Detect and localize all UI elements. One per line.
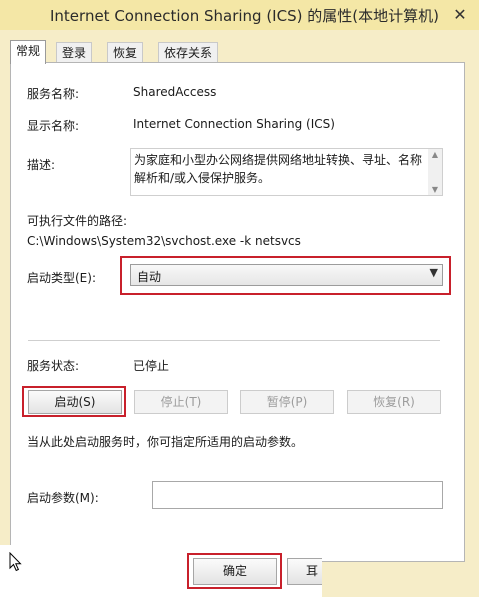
service-status-value: 已停止 [133, 359, 170, 373]
exe-path-label: 可执行文件的路径: [27, 214, 128, 228]
pause-button[interactable]: 暂停(P) [240, 390, 334, 414]
display-name-value: Internet Connection Sharing (ICS) [133, 117, 335, 131]
service-name-value: SharedAccess [133, 85, 217, 99]
startup-type-label: 启动类型(E): [27, 271, 96, 285]
service-status-label: 服务状态: [27, 359, 80, 373]
cancel-button[interactable]: 耳 [287, 558, 322, 585]
stop-button[interactable]: 停止(T) [134, 390, 228, 414]
description-text: 为家庭和小型办公网络提供网络地址转换、寻址、名称解析和/或入侵保护服务。 [134, 153, 423, 185]
close-icon: ✕ [453, 5, 467, 24]
tab-dependencies[interactable]: 依存关系 [158, 42, 219, 62]
title-bar: Internet Connection Sharing (ICS) 的属性(本地… [0, 0, 479, 30]
description-scrollbar[interactable]: ▲ ▼ [428, 149, 442, 195]
tab-general[interactable]: 常规 [10, 40, 47, 64]
display-name-label: 显示名称: [27, 119, 80, 133]
highlight-ok-button [187, 553, 282, 589]
service-name-label: 服务名称: [27, 87, 80, 101]
resume-button[interactable]: 恢复(R) [347, 390, 441, 414]
highlight-start-button [22, 386, 126, 417]
start-params-input[interactable] [152, 481, 443, 509]
mouse-cursor-icon [9, 552, 22, 572]
window-title: Internet Connection Sharing (ICS) 的属性(本地… [50, 7, 439, 25]
start-params-label: 启动参数(M): [27, 491, 99, 505]
separator [28, 340, 440, 341]
start-params-hint: 当从此处启动服务时，你可指定所适用的启动参数。 [27, 435, 304, 449]
tab-logon[interactable]: 登录 [56, 42, 93, 62]
highlight-startup-type [120, 256, 451, 295]
close-button[interactable]: ✕ [440, 0, 479, 29]
exe-path-value: C:\Windows\System32\svchost.exe -k netsv… [27, 234, 301, 248]
scroll-up-icon[interactable]: ▲ [428, 150, 442, 159]
description-label: 描述: [27, 158, 56, 172]
tab-recovery[interactable]: 恢复 [107, 42, 144, 62]
scroll-down-icon[interactable]: ▼ [428, 185, 442, 194]
description-box[interactable]: 为家庭和小型办公网络提供网络地址转换、寻址、名称解析和/或入侵保护服务。 ▲ ▼ [130, 148, 443, 196]
